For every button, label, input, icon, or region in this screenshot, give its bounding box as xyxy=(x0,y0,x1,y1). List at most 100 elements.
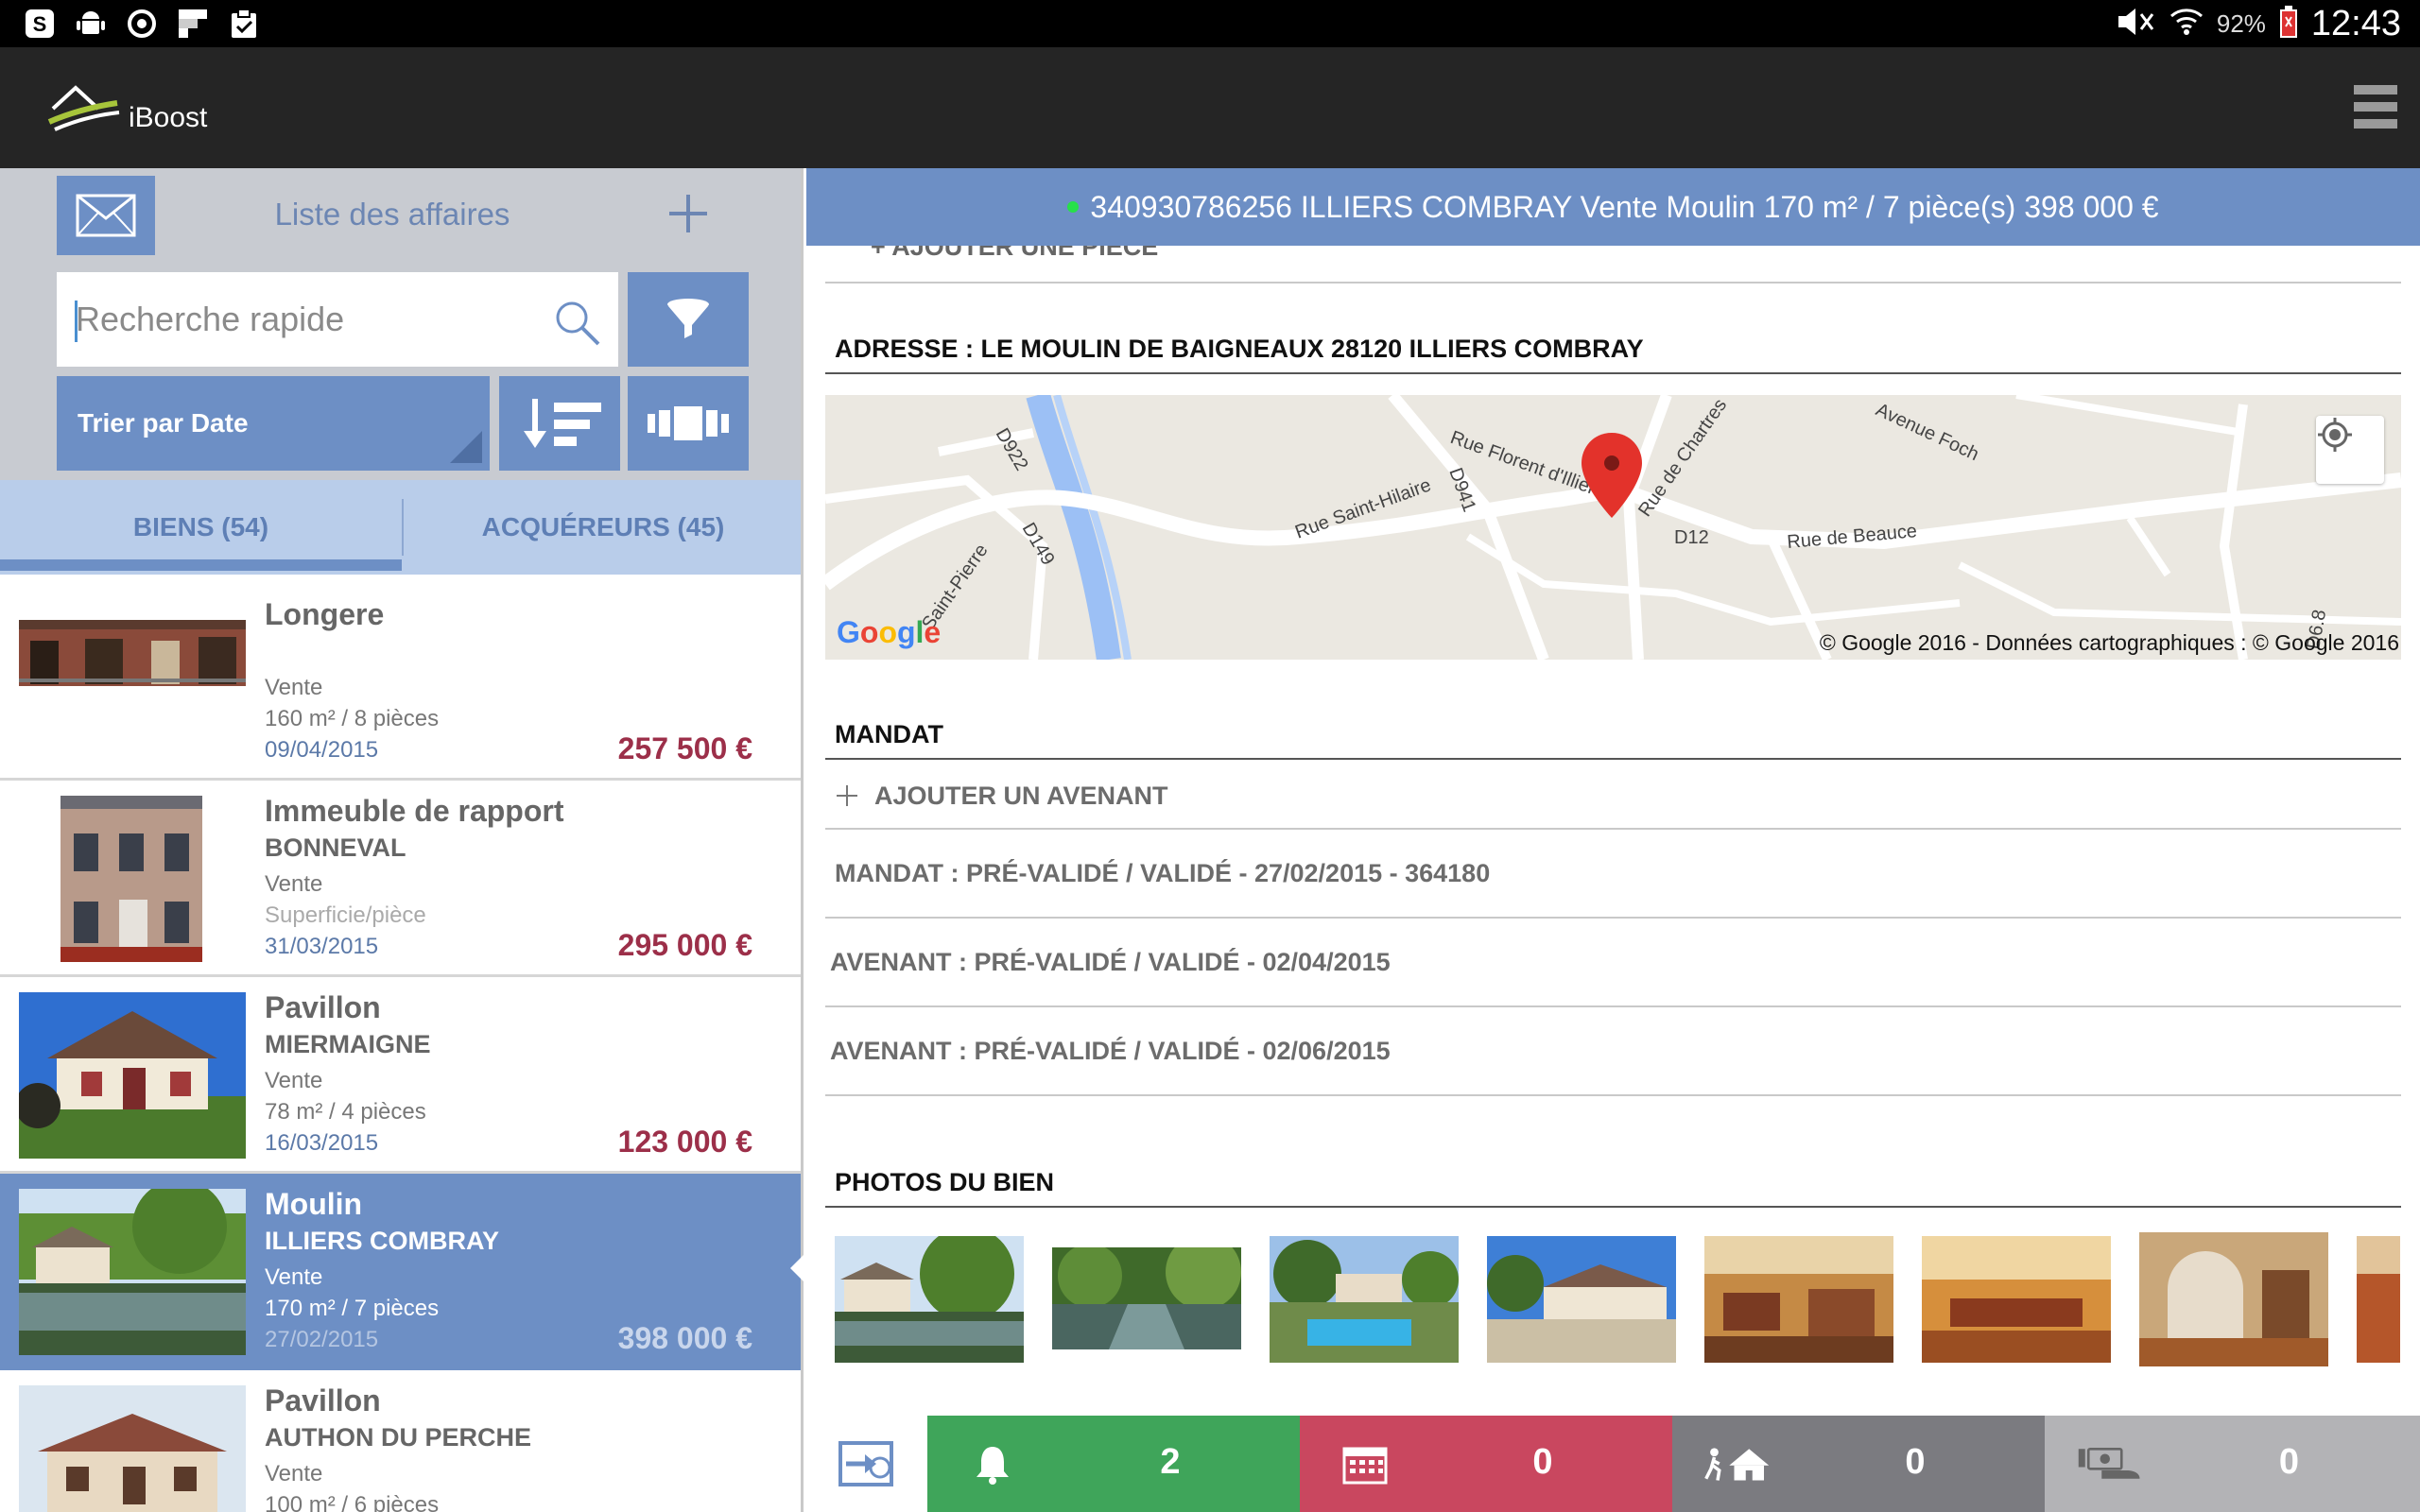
skype-icon: S xyxy=(21,8,59,40)
property-name: Pavillon xyxy=(265,990,381,1024)
alerts-counter-button[interactable]: 2 xyxy=(927,1416,1300,1512)
property-name: Pavillon xyxy=(265,1383,381,1418)
left-panel: Liste des affaires Trier par Date xyxy=(0,168,804,1512)
app-name: iBoost xyxy=(129,102,208,133)
address-map[interactable]: D922 Rue Saint-Hilaire Rue Florent d'Ill… xyxy=(825,395,2401,660)
add-button[interactable] xyxy=(662,187,715,240)
envelope-icon xyxy=(76,194,136,237)
avenant-row[interactable]: AVENANT : PRÉ-VALIDÉ / VALIDÉ - 02/06/20… xyxy=(825,1007,2401,1096)
property-photo[interactable] xyxy=(1487,1236,1676,1363)
avenant-row-label: AVENANT : PRÉ-VALIDÉ / VALIDÉ - 02/04/20… xyxy=(830,947,1391,976)
svg-text:S: S xyxy=(33,12,47,36)
appointments-counter-button[interactable]: 0 xyxy=(1300,1416,1672,1512)
funnel-icon xyxy=(667,299,709,338)
house-logo-icon xyxy=(47,80,121,138)
search-icon[interactable] xyxy=(553,299,602,352)
property-transaction-type: Vente xyxy=(265,1068,323,1093)
wifi-icon xyxy=(2169,7,2204,42)
property-transaction-type: Vente xyxy=(265,675,323,700)
property-surface: 78 m² / 4 pièces xyxy=(265,1099,426,1125)
property-photo[interactable] xyxy=(2357,1236,2400,1363)
my-location-button[interactable] xyxy=(2316,416,2384,484)
property-date: 27/02/2015 xyxy=(265,1327,379,1352)
property-transaction-type: Vente xyxy=(265,1264,323,1290)
sort-direction-button[interactable] xyxy=(499,376,620,471)
export-button[interactable] xyxy=(806,1416,927,1512)
detail-header: 340930786256 ILLIERS COMBRAY Vente Mouli… xyxy=(806,168,2420,246)
address-section-title: ADRESSE : LE MOULIN DE BAIGNEAUX 28120 I… xyxy=(825,327,2401,374)
property-date: 16/03/2015 xyxy=(265,1130,379,1156)
property-surface: Superficie/pièce xyxy=(265,902,426,928)
offers-counter-button[interactable]: 0 xyxy=(2045,1416,2420,1512)
property-city: BONNEVAL xyxy=(265,833,406,862)
avenant-row[interactable]: AVENANT : PRÉ-VALIDÉ / VALIDÉ - 02/04/20… xyxy=(825,919,2401,1007)
property-name: Moulin xyxy=(265,1187,363,1221)
property-thumbnail xyxy=(19,992,246,1159)
selection-pointer xyxy=(790,1253,805,1283)
battery-icon xyxy=(2279,5,2298,43)
property-item[interactable]: Pavillon AUTHON DU PERCHE Vente 100 m² /… xyxy=(0,1370,801,1512)
app-logo[interactable]: iBoost xyxy=(47,80,207,138)
property-price: 123 000 € xyxy=(617,1125,752,1159)
flipboard-icon xyxy=(174,8,212,40)
property-transaction-type: Vente xyxy=(265,1461,323,1486)
property-surface: 170 m² / 7 pièces xyxy=(265,1296,440,1321)
carousel-view-icon xyxy=(648,406,729,440)
property-photo[interactable] xyxy=(1270,1236,1459,1363)
appointments-count: 0 xyxy=(1532,1442,1553,1482)
mandat-section-title: MANDAT xyxy=(825,713,2401,760)
add-avenant-label: AJOUTER UN AVENANT xyxy=(874,781,1168,810)
property-thumbnail xyxy=(19,796,246,962)
add-room-label: + AJOUTER UNE PIÈCE xyxy=(871,246,1159,261)
property-photo[interactable] xyxy=(835,1236,1024,1363)
map-copyright: © Google 2016 - Données cartographiques … xyxy=(1819,630,2399,655)
sort-select-label: Trier par Date xyxy=(78,408,249,438)
android-icon xyxy=(72,8,110,40)
property-photo[interactable] xyxy=(1052,1247,1241,1349)
bottom-action-bar: 2 0 0 0 xyxy=(806,1416,2420,1512)
search-box xyxy=(57,272,618,367)
visits-counter-button[interactable]: 0 xyxy=(1672,1416,2045,1512)
dropdown-corner-icon xyxy=(450,431,482,463)
property-photo[interactable] xyxy=(1704,1236,1893,1363)
property-item[interactable]: Pavillon MIERMAIGNE Vente 78 m² / 4 pièc… xyxy=(0,977,801,1174)
clipboard-check-icon xyxy=(225,8,263,40)
mandat-row-label: MANDAT : PRÉ-VALIDÉ / VALIDÉ - 27/02/201… xyxy=(835,858,1491,887)
property-photo[interactable] xyxy=(1922,1236,2111,1363)
add-room-row[interactable]: + AJOUTER UNE PIÈCE xyxy=(825,246,2401,284)
property-price: 398 000 € xyxy=(617,1321,752,1355)
view-mode-button[interactable] xyxy=(628,376,749,471)
tab-acquereurs[interactable]: ACQUÉREURS (45) xyxy=(403,480,801,575)
detail-header-title: 340930786256 ILLIERS COMBRAY Vente Mouli… xyxy=(1090,189,2159,224)
status-bar: S 92% 12:43 xyxy=(0,0,2420,47)
plus-icon xyxy=(669,195,707,232)
search-input[interactable] xyxy=(57,272,548,367)
map-label: D12 xyxy=(1674,527,1709,548)
crosshair-icon xyxy=(2318,418,2352,452)
property-item[interactable]: Longere Vente 160 m² / 8 pièces 09/04/20… xyxy=(0,584,801,781)
property-city: ILLIERS COMBRAY xyxy=(265,1227,500,1255)
plus-icon xyxy=(837,785,857,806)
mute-icon xyxy=(2115,7,2156,42)
property-transaction-type: Vente xyxy=(265,871,323,897)
add-avenant-row[interactable]: AJOUTER UN AVENANT xyxy=(825,764,2401,830)
property-item[interactable]: Immeuble de rapport BONNEVAL Vente Super… xyxy=(0,781,801,977)
property-city: MIERMAIGNE xyxy=(265,1030,431,1058)
mandat-row[interactable]: MANDAT : PRÉ-VALIDÉ / VALIDÉ - 27/02/201… xyxy=(825,830,2401,919)
filter-button[interactable] xyxy=(628,272,749,367)
export-document-icon xyxy=(838,1441,893,1486)
property-price: 295 000 € xyxy=(617,928,752,962)
battery-percent: 92% xyxy=(2216,9,2266,38)
sort-descending-icon xyxy=(524,399,601,448)
hamburger-menu-icon[interactable] xyxy=(2354,85,2397,129)
property-photo[interactable] xyxy=(2139,1232,2328,1366)
google-logo: Google xyxy=(837,615,942,649)
alerts-count: 2 xyxy=(1160,1442,1181,1482)
list-title: Liste des affaires xyxy=(274,197,510,232)
text-caret xyxy=(75,301,78,342)
sort-select[interactable]: Trier par Date xyxy=(57,376,490,471)
property-list: Longere Vente 160 m² / 8 pièces 09/04/20… xyxy=(0,584,801,1512)
active-tab-indicator xyxy=(0,559,402,571)
mail-button[interactable] xyxy=(57,176,155,255)
property-item-selected[interactable]: Moulin ILLIERS COMBRAY Vente 170 m² / 7 … xyxy=(0,1174,801,1370)
